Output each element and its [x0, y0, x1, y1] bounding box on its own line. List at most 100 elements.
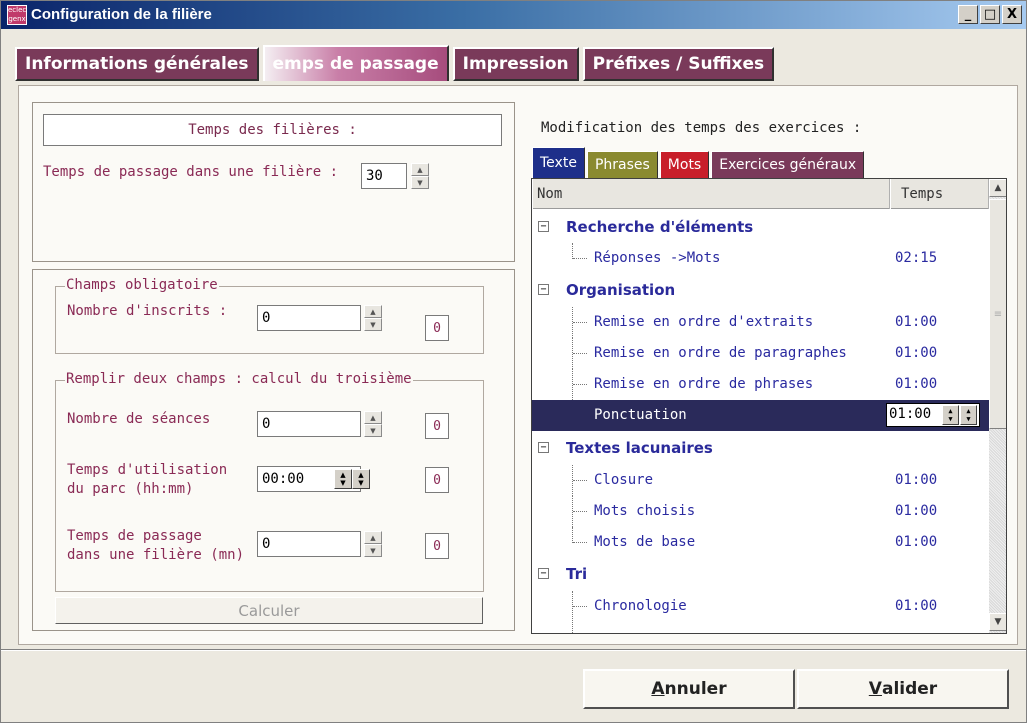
spin-down-icon[interactable]: ▼ [358, 479, 363, 487]
item-label: Chronologie [594, 598, 687, 614]
spin-up-icon[interactable]: ▲ [364, 531, 382, 544]
column-header-time[interactable]: Temps [890, 179, 989, 209]
tab-texte[interactable]: Texte [532, 147, 585, 179]
scroll-down-icon[interactable]: ▼ [989, 613, 1006, 631]
tree-group-row[interactable]: − Textes lacunaires [532, 433, 989, 464]
filiere-time-header: Temps des filières : [43, 114, 502, 146]
group-label: Tri [566, 565, 588, 583]
filiere-label-line1: Temps de passage [67, 528, 202, 544]
tree-scrollbar[interactable]: ▲ ≡ ▼ [989, 179, 1006, 633]
spin-up-icon[interactable]: ▲ [966, 407, 970, 415]
seances-input[interactable]: 0 [257, 411, 361, 437]
spin-up-icon[interactable]: ▲ [411, 163, 429, 176]
item-label: Ponctuation [594, 407, 687, 423]
cancel-label: nnuler [664, 679, 727, 699]
item-time: 02:15 [895, 250, 938, 266]
minimize-button[interactable]: _ [958, 5, 978, 24]
tab-informations-generales[interactable]: Informations générales [15, 47, 259, 81]
spin-up-icon[interactable]: ▲ [364, 411, 382, 424]
window-controls: _ □ X [958, 5, 1022, 24]
item-label: Réponses ->Mots [594, 250, 721, 266]
tree-item-row[interactable]: Remise en ordre de phrases 01:00 [532, 369, 989, 400]
filiere-result: 0 [425, 533, 449, 559]
collapse-icon[interactable]: − [538, 284, 549, 295]
parc-result: 0 [425, 467, 449, 493]
tree-connector [572, 496, 590, 527]
close-button[interactable]: X [1002, 5, 1022, 24]
exercise-times-label: Modification des temps des exercices : [541, 120, 862, 136]
tab-impression[interactable]: Impression [452, 47, 579, 81]
exercise-tree[interactable]: Nom Temps − Recherche d'éléments Réponse… [531, 178, 1007, 634]
parc-spinner-up[interactable]: ▲ ▼ [334, 469, 352, 489]
collapse-icon[interactable]: − [538, 568, 549, 579]
passage-time-input[interactable]: 30 [361, 163, 407, 189]
tree-connector [572, 591, 590, 633]
spin-down-icon[interactable]: ▼ [948, 415, 952, 423]
tree-item-row[interactable]: Réponses ->Mots 02:15 [532, 243, 989, 274]
scroll-up-icon[interactable]: ▲ [989, 179, 1006, 197]
item-label: Remise en ordre de paragraphes [594, 345, 847, 361]
collapse-icon[interactable]: − [538, 442, 549, 453]
scrollbar-thumb[interactable]: ≡ [989, 199, 1006, 429]
config-window: eclect genx Configuration de la filière … [0, 0, 1027, 723]
inscrits-spinner[interactable]: ▲ ▼ [364, 305, 382, 331]
tree-connector [572, 243, 590, 259]
tab-prefixes-suffixes[interactable]: Préfixes / Suffixes [582, 47, 775, 81]
column-header-name[interactable]: Nom [532, 179, 890, 209]
spin-up-icon[interactable]: ▲ [340, 471, 345, 479]
parc-spinner-down[interactable]: ▲ ▼ [352, 469, 370, 489]
exercise-type-tabs: Texte Phrases Mots Exercices généraux [532, 147, 866, 179]
spin-down-icon[interactable]: ▼ [340, 479, 345, 487]
spin-down-icon[interactable]: ▼ [966, 415, 970, 423]
item-time: 01:00 [895, 598, 938, 614]
tree-item-row[interactable]: Mots choisis 01:00 [532, 496, 989, 527]
filiere-time-spinner[interactable]: ▲ ▼ [364, 531, 382, 557]
collapse-icon[interactable]: − [538, 221, 549, 232]
editor-spinner-right[interactable]: ▲ ▼ [960, 405, 977, 425]
item-time: 01:00 [895, 503, 938, 519]
passage-time-spinner[interactable]: ▲ ▼ [411, 163, 429, 189]
divider [1, 649, 1026, 651]
tree-item-row-selected[interactable]: Ponctuation 01:00 ▲ ▼ ▲ ▼ [532, 400, 989, 431]
spin-down-icon[interactable]: ▼ [411, 176, 429, 189]
tree-group-row[interactable]: − Tri [532, 559, 989, 590]
tab-exercices-generaux[interactable]: Exercices généraux [711, 151, 865, 179]
tree-group-row[interactable]: − Organisation [532, 275, 989, 306]
validate-label: alider [881, 679, 938, 699]
tab-phrases[interactable]: Phrases [586, 151, 658, 179]
seances-spinner[interactable]: ▲ ▼ [364, 411, 382, 437]
tree-item-row[interactable]: Mots de base 01:00 [532, 527, 989, 558]
item-label: Remise en ordre d'extraits [594, 314, 814, 330]
tab-temps-de-passage[interactable]: emps de passage [262, 45, 449, 81]
maximize-button[interactable]: □ [980, 5, 1000, 24]
mandatory-legend: Champs obligatoire [65, 277, 219, 293]
spin-up-icon[interactable]: ▲ [364, 305, 382, 318]
item-time: 01:00 [895, 376, 938, 392]
calculate-button[interactable]: Calculer [55, 597, 483, 624]
spin-up-icon[interactable]: ▲ [948, 407, 952, 415]
tree-item-row[interactable]: Remise en ordre d'extraits 01:00 [532, 307, 989, 338]
spin-down-icon[interactable]: ▼ [364, 318, 382, 331]
filiere-time-input[interactable]: 0 [257, 531, 361, 557]
group-label: Textes lacunaires [566, 439, 713, 457]
tree-item-row[interactable]: Chronologie 01:00 [532, 591, 989, 633]
tree-item-row[interactable]: Closure 01:00 [532, 465, 989, 496]
spin-down-icon[interactable]: ▼ [364, 544, 382, 557]
tree-connector [572, 527, 590, 543]
seances-result: 0 [425, 413, 449, 439]
editor-spinner-left[interactable]: ▲ ▼ [942, 405, 959, 425]
tree-item-row[interactable]: Remise en ordre de paragraphes 01:00 [532, 338, 989, 369]
spin-down-icon[interactable]: ▼ [364, 424, 382, 437]
title-bar[interactable]: eclect genx Configuration de la filière … [1, 1, 1026, 29]
tab-mots[interactable]: Mots [659, 151, 710, 179]
parc-label-line2: du parc (hh:mm) [67, 481, 194, 497]
spin-up-icon[interactable]: ▲ [358, 471, 363, 479]
time-editor-input[interactable]: 01:00 ▲ ▼ ▲ ▼ [886, 403, 980, 427]
tree-group-row[interactable]: − Recherche d'éléments [532, 212, 989, 243]
item-label: Closure [594, 472, 654, 488]
item-time: 01:00 [895, 534, 938, 550]
cancel-button[interactable]: Annuler [583, 669, 795, 709]
validate-button[interactable]: Valider [797, 669, 1009, 709]
item-time: 01:00 [895, 345, 938, 361]
inscrits-input[interactable]: 0 [257, 305, 361, 331]
